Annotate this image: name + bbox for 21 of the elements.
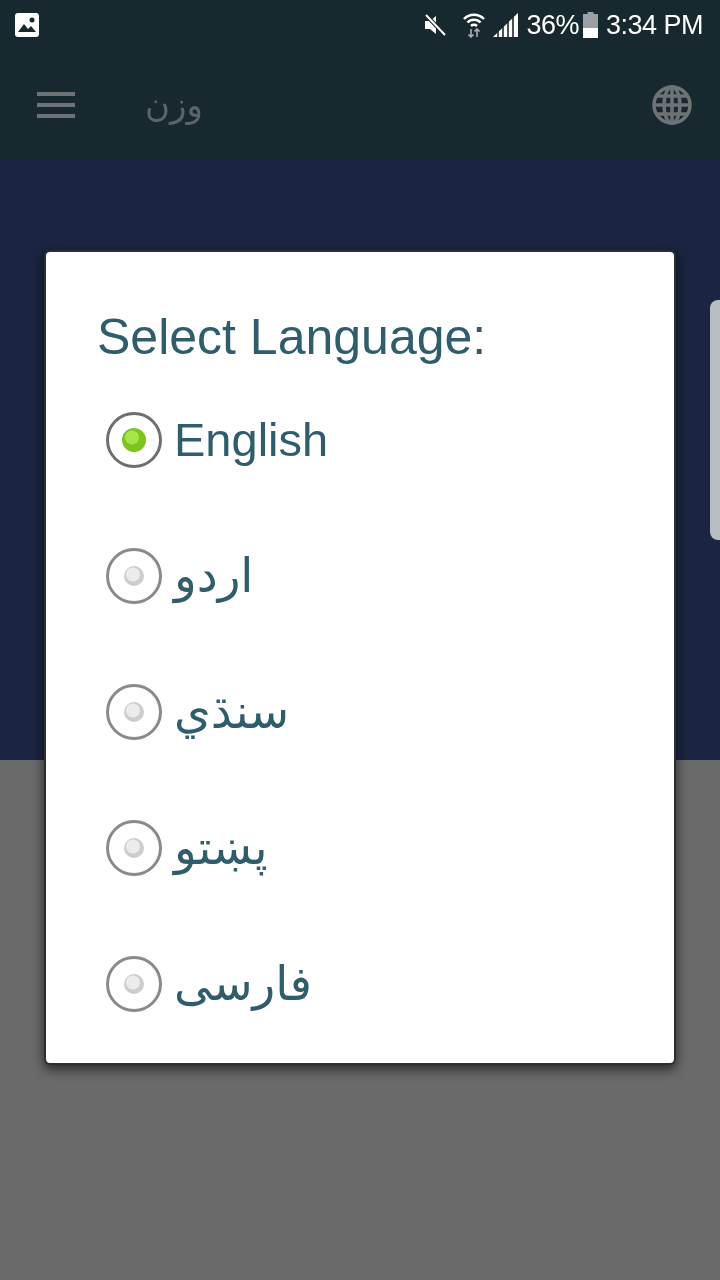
radio-button[interactable] [106, 684, 162, 740]
battery-icon [582, 12, 598, 38]
image-icon [15, 13, 39, 37]
globe-icon[interactable] [652, 85, 692, 125]
language-label[interactable]: English [174, 411, 329, 469]
dialog-title: Select Language: [97, 308, 488, 367]
app-title: وزن [145, 84, 203, 126]
radio-button[interactable] [106, 412, 162, 468]
clock-time: 3:34 PM [605, 11, 703, 39]
radio-button[interactable] [106, 956, 162, 1012]
radio-button[interactable] [106, 548, 162, 604]
signal-icon [493, 13, 519, 37]
language-label[interactable]: فارسی [174, 955, 313, 1013]
menu-icon[interactable] [37, 92, 75, 118]
language-label[interactable]: اردو [174, 547, 254, 605]
wifi-icon [463, 12, 486, 38]
battery-percent: 36% [526, 11, 579, 39]
language-label[interactable]: پښتو [174, 819, 268, 877]
language-label[interactable]: سنڌي [174, 683, 290, 741]
radio-button[interactable] [106, 820, 162, 876]
mute-icon [423, 13, 448, 37]
